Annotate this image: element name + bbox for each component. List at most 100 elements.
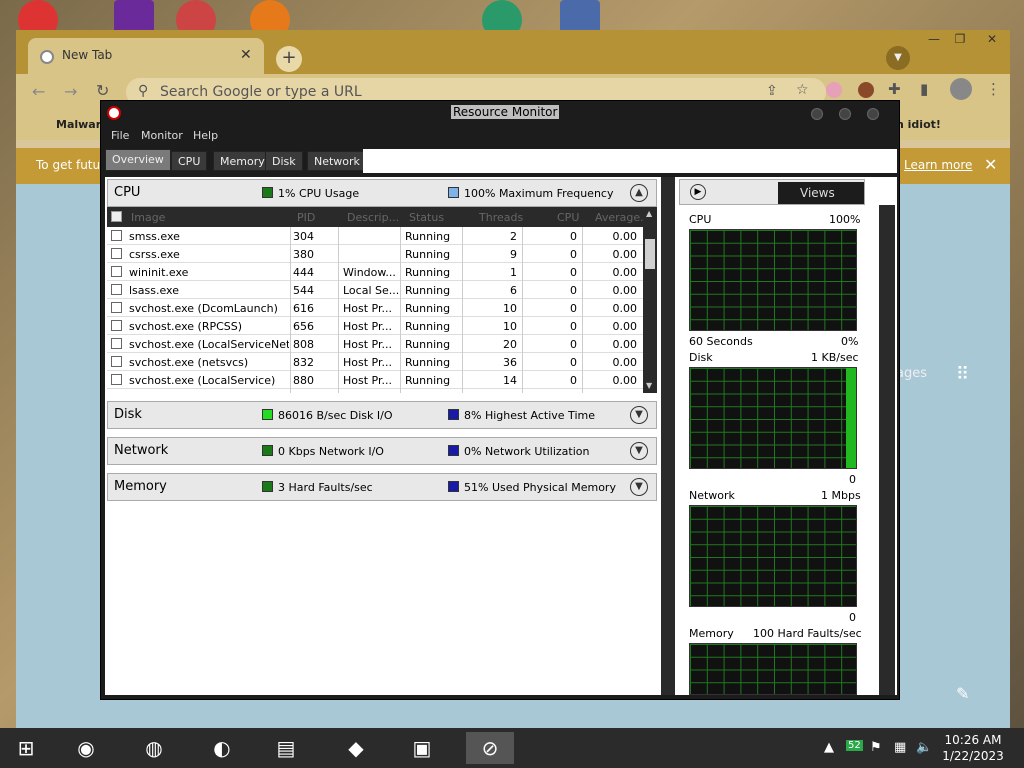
row-checkbox[interactable] — [111, 248, 122, 259]
bookmark-item[interactable]: n idiot! — [896, 118, 941, 131]
edit-pencil-icon[interactable]: ✎ — [956, 684, 969, 703]
close-icon[interactable]: ✕ — [240, 47, 252, 63]
table-row[interactable]: svchost.exe (LocalServiceNetw... 808 Host … — [107, 335, 643, 353]
resource-monitor-taskbar-icon[interactable]: ⊘ — [466, 732, 514, 764]
row-checkbox[interactable] — [111, 302, 122, 313]
tab-memory[interactable]: Memory — [213, 151, 272, 171]
column-divider — [582, 227, 583, 393]
row-checkbox[interactable] — [111, 338, 122, 349]
start-button[interactable]: ⊞ — [6, 732, 46, 764]
cell-avg: 0.00 — [612, 284, 638, 297]
share-icon[interactable]: ⇪ — [766, 83, 778, 99]
extension-icon[interactable] — [858, 82, 874, 98]
pane-scrollbar[interactable] — [661, 177, 675, 695]
menu-monitor[interactable]: Monitor — [141, 129, 183, 142]
row-checkbox[interactable] — [111, 356, 122, 367]
star-icon[interactable]: ☆ — [796, 82, 809, 98]
network-icon[interactable]: ▦ — [894, 740, 906, 755]
disk-graph-max: 1 KB/sec — [811, 351, 859, 364]
minimize-button[interactable]: — — [922, 32, 946, 46]
disk-io-stat: 86016 B/sec Disk I/O — [278, 409, 393, 422]
chevron-up-icon[interactable]: ▲ — [824, 740, 834, 755]
disk-section-header[interactable]: Disk 86016 B/sec Disk I/O 8% Highest Act… — [107, 401, 657, 429]
column-divider — [522, 227, 523, 393]
table-row[interactable]: svchost.exe (LocalService) 880 Host Pr... R… — [107, 371, 643, 389]
views-dropdown[interactable]: Views — [778, 182, 864, 204]
row-checkbox[interactable] — [111, 320, 122, 331]
close-icon[interactable]: ✕ — [984, 155, 997, 174]
row-checkbox[interactable] — [111, 284, 122, 295]
reload-icon[interactable]: ↻ — [96, 81, 109, 100]
cell-image: svchost.exe (RPCSS) — [129, 320, 243, 333]
chevron-down-icon[interactable]: ▼ — [630, 406, 648, 424]
apps-grid-icon[interactable]: ⠿ — [956, 364, 969, 385]
tab-disk[interactable]: Disk — [265, 151, 303, 171]
tab-cpu[interactable]: CPU — [171, 151, 208, 171]
col-threads[interactable]: Threads — [479, 211, 523, 224]
chrome-taskbar-icon[interactable]: ◉ — [66, 732, 106, 764]
close-window-button[interactable] — [867, 108, 879, 120]
new-tab-button[interactable]: + — [276, 46, 302, 72]
col-pid[interactable]: PID — [297, 211, 315, 224]
firefox-taskbar-icon[interactable]: ◍ — [134, 732, 174, 764]
title-bar[interactable]: Resource Monitor — [101, 101, 899, 127]
tab-new-tab[interactable]: New Tab ✕ — [28, 38, 264, 74]
tab-overview[interactable]: Overview — [105, 149, 171, 171]
graphs-scrollbar[interactable] — [879, 205, 895, 695]
row-checkbox[interactable] — [111, 266, 122, 277]
col-description[interactable]: Descrip... — [347, 211, 399, 224]
extension-icon[interactable] — [826, 82, 842, 98]
maximize-button[interactable] — [839, 108, 851, 120]
table-row[interactable]: svchost.exe (netsvcs) 832 Host Pr... Runnin… — [107, 353, 643, 371]
row-checkbox[interactable] — [111, 374, 122, 385]
clock[interactable]: 10:26 AM 1/22/2023 — [930, 732, 1016, 764]
table-row[interactable]: wininit.exe 444 Window... Running 1 0 0.00 — [107, 263, 643, 281]
menu-help[interactable]: Help — [193, 129, 218, 142]
cpu-section-header[interactable]: CPU 1% CPU Usage 100% Maximum Frequency … — [107, 179, 657, 207]
file-explorer-icon[interactable]: ▤ — [266, 732, 306, 764]
command-prompt-icon[interactable]: ▣ — [402, 732, 442, 764]
close-window-button[interactable]: ✕ — [980, 32, 1004, 46]
col-cpu[interactable]: CPU — [557, 211, 579, 224]
cell-pid: 880 — [293, 374, 314, 387]
table-row[interactable]: lsass.exe 544 Local Se... Running 6 0 0.00 — [107, 281, 643, 299]
memory-section-header[interactable]: Memory 3 Hard Faults/sec 51% Used Physic… — [107, 473, 657, 501]
app-taskbar-icon[interactable]: ◆ — [336, 732, 376, 764]
row-checkbox[interactable] — [111, 230, 122, 241]
cell-cpu: 0 — [570, 320, 577, 333]
table-row[interactable]: svchost.exe (DcomLaunch) 616 Host Pr... Run… — [107, 299, 643, 317]
flag-icon[interactable]: ⚑ — [870, 740, 882, 755]
network-section-header[interactable]: Network 0 Kbps Network I/O 0% Network Ut… — [107, 437, 657, 465]
select-all-checkbox[interactable] — [111, 211, 122, 222]
table-scrollbar[interactable]: ▲ ▼ — [643, 207, 657, 393]
learn-more-link[interactable]: Learn more — [904, 158, 972, 172]
sidepanel-icon[interactable]: ▮ — [920, 80, 928, 98]
app-taskbar-icon[interactable]: ◐ — [202, 732, 242, 764]
scroll-up-icon[interactable]: ▲ — [646, 209, 652, 218]
more-menu-icon[interactable]: ⋮ — [986, 80, 1001, 98]
chevron-right-icon[interactable]: ▶ — [690, 184, 706, 200]
cell-image: svchost.exe (DcomLaunch) — [129, 302, 278, 315]
col-status[interactable]: Status — [409, 211, 444, 224]
images-link[interactable]: ages — [896, 366, 927, 381]
puzzle-icon[interactable]: ✚ — [888, 80, 901, 98]
tab-network[interactable]: Network — [307, 151, 367, 171]
omnibox-placeholder: Search Google or type a URL — [160, 84, 362, 100]
col-image[interactable]: Image — [131, 211, 165, 224]
table-row[interactable]: csrss.exe 380 Running 9 0 0.00 — [107, 245, 643, 263]
tray-badge[interactable]: 52 — [846, 740, 863, 751]
chevron-up-icon[interactable]: ▲ — [630, 184, 648, 202]
chevron-down-icon[interactable]: ▼ — [630, 442, 648, 460]
scrollbar-thumb[interactable] — [645, 239, 655, 269]
minimize-button[interactable] — [811, 108, 823, 120]
maximize-button[interactable]: ❐ — [948, 32, 972, 46]
avatar[interactable] — [950, 78, 972, 100]
forward-arrow-icon[interactable]: → — [64, 82, 77, 101]
table-row[interactable]: svchost.exe (RPCSS) 656 Host Pr... Running 1… — [107, 317, 643, 335]
chevron-down-icon[interactable]: ▼ — [886, 46, 910, 70]
scroll-down-icon[interactable]: ▼ — [646, 381, 652, 390]
menu-file[interactable]: File — [111, 129, 129, 142]
chevron-down-icon[interactable]: ▼ — [630, 478, 648, 496]
back-arrow-icon[interactable]: ← — [32, 82, 45, 101]
table-row[interactable]: smss.exe 304 Running 2 0 0.00 — [107, 227, 643, 245]
